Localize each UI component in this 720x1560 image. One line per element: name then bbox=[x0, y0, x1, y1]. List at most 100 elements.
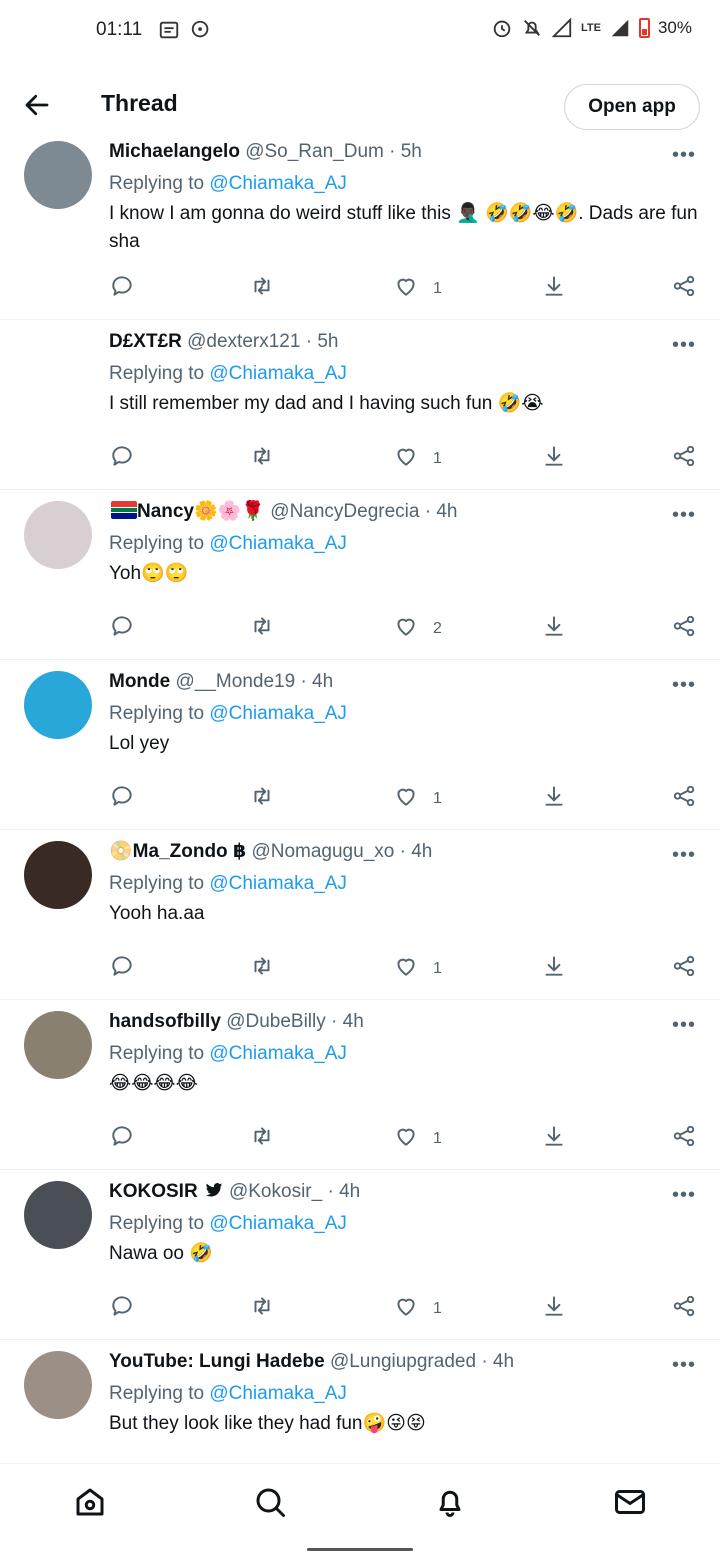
download-button[interactable] bbox=[541, 783, 567, 814]
reply-button[interactable] bbox=[109, 443, 135, 474]
mention-link[interactable]: @Chiamaka_AJ bbox=[209, 703, 347, 724]
mail-icon[interactable] bbox=[612, 1484, 648, 1520]
like-button[interactable]: 1 bbox=[393, 1123, 442, 1154]
more-options-icon[interactable]: ••• bbox=[672, 1014, 696, 1037]
more-options-icon[interactable]: ••• bbox=[672, 334, 696, 357]
like-button[interactable]: 1 bbox=[393, 273, 442, 304]
reply-button[interactable] bbox=[109, 1293, 135, 1324]
search-icon[interactable] bbox=[252, 1484, 288, 1520]
reply-tweet[interactable]: KOKOSIR @Kokosir_ · 4h Replying to @Chia… bbox=[0, 1170, 720, 1340]
author-name[interactable]: Monde bbox=[109, 671, 170, 692]
retweet-button[interactable] bbox=[249, 1123, 275, 1154]
retweet-button[interactable] bbox=[249, 613, 275, 644]
bird-icon bbox=[205, 1183, 223, 1197]
author-name[interactable]: YouTube: Lungi Hadebe bbox=[109, 1351, 325, 1372]
retweet-button[interactable] bbox=[249, 273, 275, 304]
heart-icon bbox=[393, 953, 419, 984]
download-button[interactable] bbox=[541, 613, 567, 644]
dot-separator: · bbox=[424, 501, 432, 522]
author-name[interactable]: Nancy🌼🌸🌹 bbox=[137, 501, 265, 522]
like-button[interactable]: 2 bbox=[393, 613, 442, 644]
more-options-icon[interactable]: ••• bbox=[672, 1184, 696, 1207]
author-name[interactable]: Ma_Zondo ฿ bbox=[133, 841, 247, 862]
more-options-icon[interactable]: ••• bbox=[672, 504, 696, 527]
author-name[interactable]: Michaelangelo bbox=[109, 141, 240, 162]
avatar[interactable] bbox=[24, 501, 92, 569]
download-button[interactable] bbox=[541, 443, 567, 474]
disc-icon: 📀 bbox=[109, 841, 133, 862]
avatar[interactable] bbox=[24, 331, 92, 399]
reply-button[interactable] bbox=[109, 613, 135, 644]
reply-button[interactable] bbox=[109, 1123, 135, 1154]
retweet-button[interactable] bbox=[249, 783, 275, 814]
retweet-button[interactable] bbox=[249, 1293, 275, 1324]
bell-icon[interactable] bbox=[432, 1484, 468, 1520]
open-app-button[interactable]: Open app bbox=[564, 84, 700, 130]
avatar[interactable] bbox=[24, 1011, 92, 1079]
more-options-icon[interactable]: ••• bbox=[672, 1354, 696, 1377]
author-name[interactable]: KOKOSIR bbox=[109, 1181, 198, 1202]
back-arrow-icon[interactable] bbox=[22, 90, 52, 120]
mention-link[interactable]: @Chiamaka_AJ bbox=[209, 1213, 347, 1234]
avatar[interactable] bbox=[24, 1181, 92, 1249]
reply-tweet[interactable]: Michaelangelo @So_Ran_Dum · 5h Replying … bbox=[0, 130, 720, 320]
author-handle[interactable]: @Kokosir_ bbox=[229, 1181, 322, 1202]
download-button[interactable] bbox=[541, 273, 567, 304]
share-button[interactable] bbox=[671, 443, 697, 474]
share-button[interactable] bbox=[671, 1123, 697, 1154]
like-button[interactable]: 1 bbox=[393, 953, 442, 984]
reply-tweet[interactable]: handsofbilly @DubeBilly · 4h Replying to… bbox=[0, 1000, 720, 1170]
author-handle[interactable]: @dexterx121 bbox=[187, 331, 300, 352]
like-button[interactable]: 1 bbox=[393, 443, 442, 474]
reply-feed: Michaelangelo @So_Ran_Dum · 5h Replying … bbox=[0, 130, 720, 1510]
replying-to: Replying to @Chiamaka_AJ bbox=[109, 1040, 696, 1068]
author-handle[interactable]: @NancyDegrecia bbox=[270, 501, 419, 522]
download-icon bbox=[541, 1293, 567, 1324]
download-button[interactable] bbox=[541, 1123, 567, 1154]
author-handle[interactable]: @Nomagugu_xo bbox=[251, 841, 394, 862]
reply-tweet[interactable]: Nancy🌼🌸🌹 @NancyDegrecia · 4h Replying to… bbox=[0, 490, 720, 660]
avatar[interactable] bbox=[24, 1351, 92, 1419]
like-button[interactable]: 1 bbox=[393, 783, 442, 814]
dot-separator: · bbox=[389, 141, 396, 162]
reply-button[interactable] bbox=[109, 953, 135, 984]
reply-icon bbox=[109, 1123, 135, 1154]
more-options-icon[interactable]: ••• bbox=[672, 674, 696, 697]
network-type: LTE bbox=[581, 22, 601, 34]
more-options-icon[interactable]: ••• bbox=[672, 144, 696, 167]
share-button[interactable] bbox=[671, 1293, 697, 1324]
more-options-icon[interactable]: ••• bbox=[672, 844, 696, 867]
author-handle[interactable]: @DubeBilly bbox=[226, 1011, 326, 1032]
share-button[interactable] bbox=[671, 953, 697, 984]
mention-link[interactable]: @Chiamaka_AJ bbox=[209, 873, 347, 894]
download-button[interactable] bbox=[541, 1293, 567, 1324]
retweet-icon bbox=[249, 273, 275, 304]
avatar[interactable] bbox=[24, 841, 92, 909]
mention-link[interactable]: @Chiamaka_AJ bbox=[209, 1043, 347, 1064]
reply-tweet[interactable]: Monde @__Monde19 · 4h Replying to @Chiam… bbox=[0, 660, 720, 830]
author-handle[interactable]: @Lungiupgraded bbox=[330, 1351, 476, 1372]
avatar[interactable] bbox=[24, 671, 92, 739]
reply-button[interactable] bbox=[109, 783, 135, 814]
author-handle[interactable]: @__Monde19 bbox=[176, 671, 296, 692]
mention-link[interactable]: @Chiamaka_AJ bbox=[209, 533, 347, 554]
home-icon[interactable] bbox=[72, 1484, 108, 1520]
share-button[interactable] bbox=[671, 783, 697, 814]
download-button[interactable] bbox=[541, 953, 567, 984]
mention-link[interactable]: @Chiamaka_AJ bbox=[209, 363, 347, 384]
reply-tweet[interactable]: 📀Ma_Zondo ฿ @Nomagugu_xo · 4h Replying t… bbox=[0, 830, 720, 1000]
mention-link[interactable]: @Chiamaka_AJ bbox=[209, 1383, 347, 1404]
reply-tweet[interactable]: D£XT£R @dexterx121 · 5h Replying to @Chi… bbox=[0, 320, 720, 490]
replying-to: Replying to @Chiamaka_AJ bbox=[109, 1210, 696, 1238]
like-button[interactable]: 1 bbox=[393, 1293, 442, 1324]
author-handle[interactable]: @So_Ran_Dum bbox=[245, 141, 384, 162]
retweet-button[interactable] bbox=[249, 953, 275, 984]
author-name[interactable]: D£XT£R bbox=[109, 331, 182, 352]
share-button[interactable] bbox=[671, 273, 697, 304]
reply-button[interactable] bbox=[109, 273, 135, 304]
avatar[interactable] bbox=[24, 141, 92, 209]
retweet-button[interactable] bbox=[249, 443, 275, 474]
author-name[interactable]: handsofbilly bbox=[109, 1011, 221, 1032]
share-button[interactable] bbox=[671, 613, 697, 644]
mention-link[interactable]: @Chiamaka_AJ bbox=[209, 173, 347, 194]
